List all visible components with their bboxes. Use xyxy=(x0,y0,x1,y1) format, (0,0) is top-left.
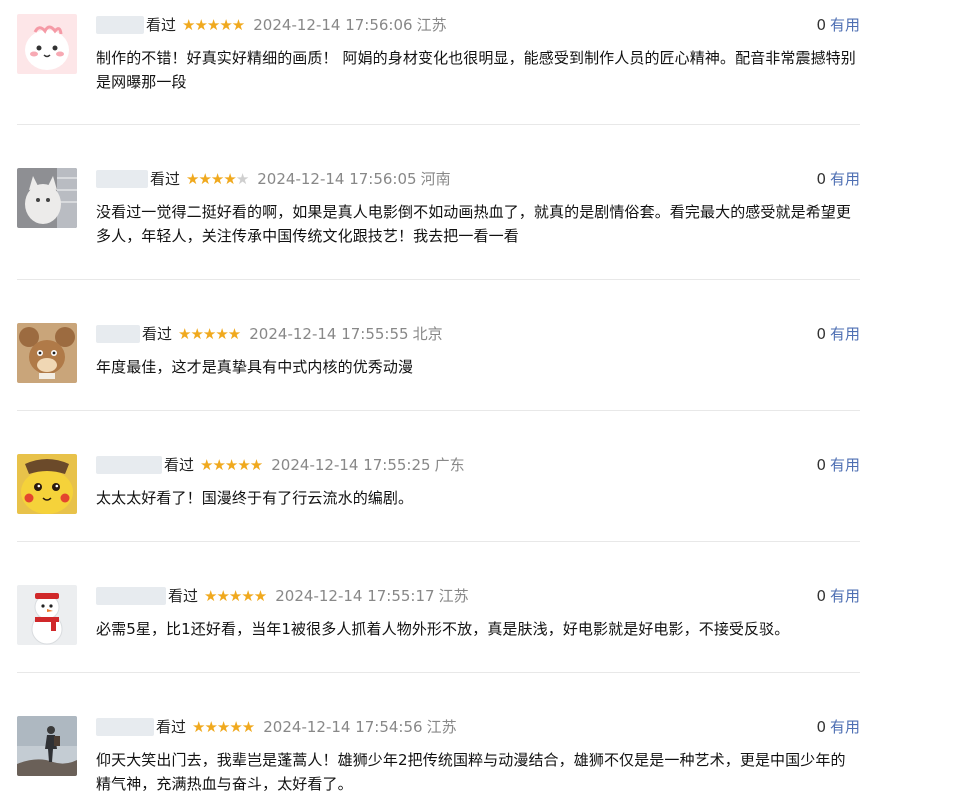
watched-status: 看过 xyxy=(142,325,173,343)
rating-stars: ★★★★★ xyxy=(182,14,245,36)
username-redacted[interactable] xyxy=(96,587,166,605)
watched-status: 看过 xyxy=(168,587,199,605)
comment-item: 看过 ★★★★★ 2024-12-14 17:55:55 北京 0 有用 年度最佳… xyxy=(17,323,860,411)
watched-status: 看过 xyxy=(156,718,187,736)
comment-location: 北京 xyxy=(412,325,443,343)
filled-stars: ★★★★★ xyxy=(178,325,241,343)
useful-vote: 0 有用 xyxy=(816,14,860,36)
rating-stars: ★★★★★ xyxy=(204,585,267,607)
empty-star: ★ xyxy=(235,170,249,188)
yellow-pikachu-avatar-icon[interactable] xyxy=(17,454,77,514)
useful-vote: 0 有用 xyxy=(816,168,860,190)
useful-button[interactable]: 有用 xyxy=(830,170,860,188)
useful-count: 0 xyxy=(816,718,826,736)
comment-time: 2024-12-14 17:56:06 xyxy=(253,16,413,34)
comment-list: 看过 ★★★★★ 2024-12-14 17:56:06 江苏 0 有用 制作的不… xyxy=(0,0,965,812)
username-redacted[interactable] xyxy=(96,170,148,188)
hiker-photo-avatar-icon[interactable] xyxy=(17,716,77,776)
useful-button[interactable]: 有用 xyxy=(830,718,860,736)
watched-status: 看过 xyxy=(150,170,181,188)
useful-vote: 0 有用 xyxy=(816,323,860,345)
comment-text: 年度最佳，这才是真挚具有中式内核的优秀动漫 xyxy=(96,358,414,376)
comment-item: 看过 ★★★★★ 2024-12-14 17:56:06 江苏 0 有用 制作的不… xyxy=(17,14,860,125)
divider xyxy=(17,124,860,125)
comment-time: 2024-12-14 17:55:17 xyxy=(275,587,435,605)
useful-count: 0 xyxy=(816,587,826,605)
comment-time: 2024-12-14 17:55:25 xyxy=(271,456,431,474)
rating-stars: ★★★★★ xyxy=(192,716,255,738)
useful-vote: 0 有用 xyxy=(816,716,860,738)
username-redacted[interactable] xyxy=(96,718,154,736)
divider xyxy=(17,410,860,411)
divider xyxy=(17,672,860,673)
comment-text: 必需5星，比1还好看，当年1被很多人抓着人物外形不放，真是肤浅，好电影就是好电影… xyxy=(96,620,790,638)
snowman-avatar-icon[interactable] xyxy=(17,585,77,645)
rating-stars: ★★★★★ xyxy=(200,454,263,476)
filled-stars: ★★★★★ xyxy=(204,587,267,605)
comment-meta: 看过 ★★★★★ 2024-12-14 17:55:55 北京 xyxy=(96,323,443,345)
useful-button[interactable]: 有用 xyxy=(830,456,860,474)
rating-stars: ★★★★★ xyxy=(178,323,241,345)
username-redacted[interactable] xyxy=(96,456,162,474)
comment-meta: 看过 ★★★★★ 2024-12-14 17:56:06 江苏 xyxy=(96,14,447,36)
comment-time: 2024-12-14 17:55:55 xyxy=(249,325,409,343)
comment-meta: 看过 ★★★★★ 2024-12-14 17:54:56 江苏 xyxy=(96,716,457,738)
useful-vote: 0 有用 xyxy=(816,585,860,607)
comment-item: 看过 ★★★★ ★ 2024-12-14 17:56:05 河南 0 有用 没看过一… xyxy=(17,168,860,280)
username-redacted[interactable] xyxy=(96,16,144,34)
pink-cartoon-avatar-icon[interactable] xyxy=(17,14,77,74)
comment-text: 太太太好看了！国漫终于有了行云流水的编剧。 xyxy=(96,489,414,507)
comment-text: 仰天大笑出门去，我辈岂是蓬蒿人！雄狮少年2把传统国粹与动漫结合，雄狮不仅是是一种… xyxy=(96,751,846,793)
cartoon-mouse-avatar-icon[interactable] xyxy=(17,323,77,383)
useful-count: 0 xyxy=(816,325,826,343)
rating-stars: ★★★★★ xyxy=(186,168,249,190)
white-cat-avatar-icon[interactable] xyxy=(17,168,77,228)
comment-text: 制作的不错！好真实好精细的画质！ 阿娟的身材变化也很明显，能感受到制作人员的匠心… xyxy=(96,49,856,91)
comment-text: 没看过一觉得二挺好看的啊，如果是真人电影倒不如动画热血了，就真的是剧情俗套。看完… xyxy=(96,203,852,245)
filled-stars: ★★★★★ xyxy=(182,16,245,34)
useful-button[interactable]: 有用 xyxy=(830,16,860,34)
comment-time: 2024-12-14 17:56:05 xyxy=(257,170,417,188)
watched-status: 看过 xyxy=(146,16,177,34)
filled-stars: ★★★★★ xyxy=(192,718,255,736)
comment-meta: 看过 ★★★★★ 2024-12-14 17:55:17 江苏 xyxy=(96,585,469,607)
comment-location: 江苏 xyxy=(416,16,447,34)
comment-item: 看过 ★★★★★ 2024-12-14 17:55:17 江苏 0 有用 必需5星… xyxy=(17,585,860,673)
useful-vote: 0 有用 xyxy=(816,454,860,476)
filled-stars: ★★★★★ xyxy=(200,456,263,474)
comment-location: 河南 xyxy=(420,170,451,188)
comment-item: 看过 ★★★★★ 2024-12-14 17:55:25 广东 0 有用 太太太好… xyxy=(17,454,860,542)
comment-location: 江苏 xyxy=(438,587,469,605)
useful-button[interactable]: 有用 xyxy=(830,587,860,605)
watched-status: 看过 xyxy=(164,456,195,474)
divider xyxy=(17,279,860,280)
useful-count: 0 xyxy=(816,456,826,474)
useful-count: 0 xyxy=(816,16,826,34)
useful-count: 0 xyxy=(816,170,826,188)
useful-button[interactable]: 有用 xyxy=(830,325,860,343)
comment-time: 2024-12-14 17:54:56 xyxy=(263,718,423,736)
comment-meta: 看过 ★★★★★ 2024-12-14 17:55:25 广东 xyxy=(96,454,465,476)
comment-location: 江苏 xyxy=(426,718,457,736)
username-redacted[interactable] xyxy=(96,325,140,343)
comment-meta: 看过 ★★★★ ★ 2024-12-14 17:56:05 河南 xyxy=(96,168,451,190)
filled-stars: ★★★★ xyxy=(186,170,237,188)
divider xyxy=(17,541,860,542)
comment-item: 看过 ★★★★★ 2024-12-14 17:54:56 江苏 0 有用 仰天大笑… xyxy=(17,716,860,812)
comment-location: 广东 xyxy=(434,456,465,474)
